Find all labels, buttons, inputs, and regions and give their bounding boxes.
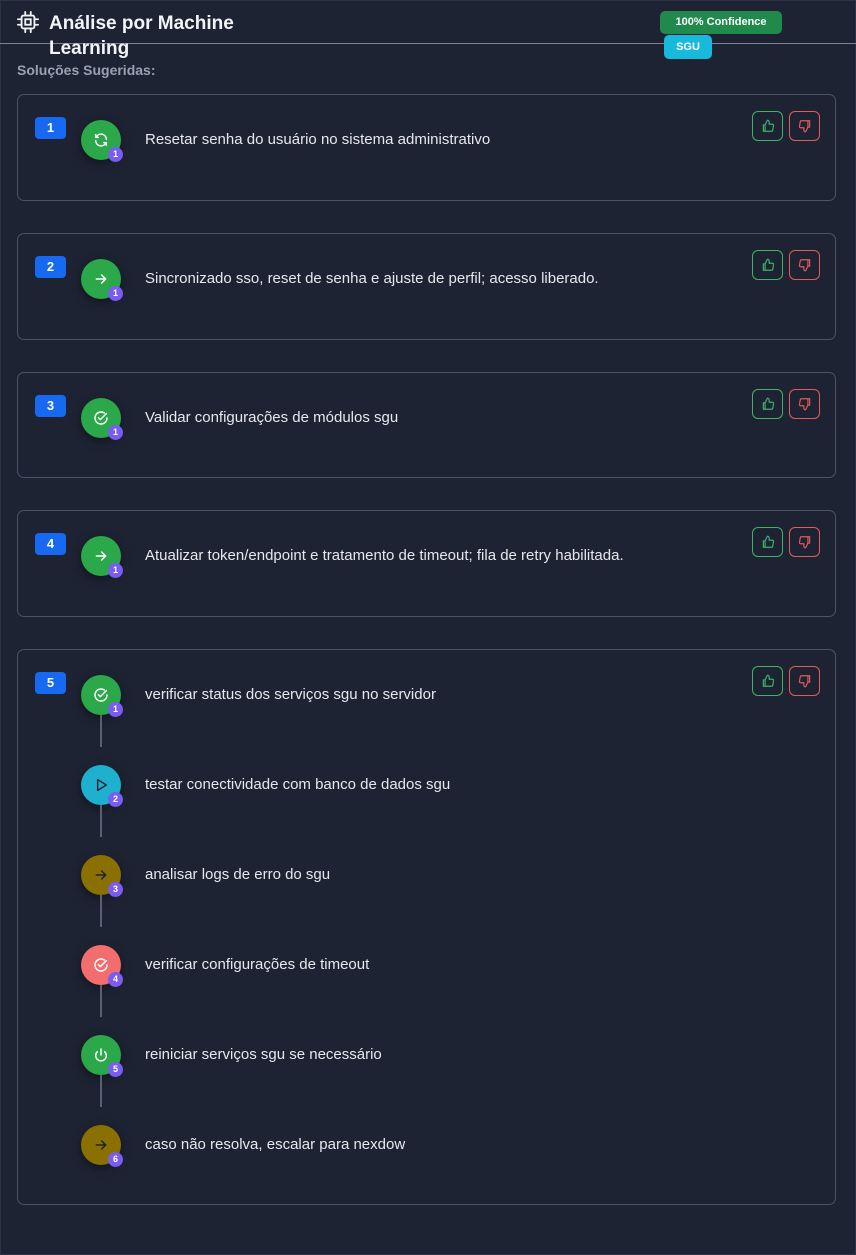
thumbs-up-icon [762,397,774,410]
solution-card: 1 1 Resetar senha do usuário no sistema ad… [17,94,836,201]
solution-step: 5 reiniciar serviços sgu se necessário [81,1035,821,1077]
step-connector [100,715,102,747]
thumbs-up-button[interactable] [752,527,783,557]
thumbs-down-icon [798,398,810,411]
thumbs-down-icon [798,536,810,549]
step-number-badge: 1 [108,147,123,162]
solution-step: 1 Validar configurações de módulos sgu [81,398,821,440]
solution-number-badge: 4 [35,533,66,555]
step-number-badge: 2 [108,792,123,807]
step-number-badge: 1 [108,425,123,440]
solution-step: 2 testar conectividade com banco de dados… [81,765,821,807]
step-number-badge: 1 [108,286,123,301]
thumbs-up-icon [762,258,774,271]
solution-step: 3 analisar logs de erro do sgu [81,855,821,897]
arrow-right-icon [95,274,107,284]
step-connector [100,895,102,927]
step-text: Validar configurações de módulos sgu [145,409,399,426]
power-icon [94,1048,108,1062]
step-text: testar conectividade com banco de dados … [145,776,451,793]
check-circle-icon [94,411,108,425]
confidence-badge: 100% Confidence [660,11,782,34]
solution-card: 3 1 Validar configurações de módulos sgu [17,372,836,478]
thumbs-down-icon [798,259,810,272]
thumbs-down-button[interactable] [789,666,820,696]
section-label: Soluções Sugeridas: [17,62,156,78]
step-number-badge: 6 [108,1152,123,1167]
step-connector [100,1075,102,1107]
step-text: Sincronizado sso, reset de senha e ajust… [145,270,599,287]
thumbs-up-icon [762,674,774,687]
thumbs-up-icon [762,535,774,548]
solution-step: 6 caso não resolva, escalar para nexdow [81,1125,821,1167]
thumbs-down-button[interactable] [789,111,820,141]
arrow-right-icon [95,1140,107,1150]
refresh-icon [94,133,108,147]
thumbs-up-button[interactable] [752,250,783,280]
step-connector [100,985,102,1017]
solution-number-badge: 1 [35,117,66,139]
step-number-badge: 3 [108,882,123,897]
step-text: verificar configurações de timeout [145,956,370,973]
cpu-chip-icon [17,11,39,33]
solution-step: 1 Atualizar token/endpoint e tratamento d… [81,536,821,578]
solution-step: 1 Resetar senha do usuário no sistema adm… [81,120,821,162]
step-text: Atualizar token/endpoint e tratamento de… [145,547,624,564]
solution-number-badge: 2 [35,256,66,278]
step-text: verificar status dos serviços sgu no ser… [145,686,436,703]
thumbs-down-icon [798,675,810,688]
step-number-badge: 4 [108,972,123,987]
system-badge: SGU [664,35,712,59]
step-text: Resetar senha do usuário no sistema admi… [145,131,491,148]
solution-step: 1 verificar status dos serviços sgu no se… [81,675,821,717]
step-number-badge: 1 [108,702,123,717]
solution-number-badge: 5 [35,672,66,694]
thumbs-down-icon [798,120,810,133]
thumbs-down-button[interactable] [789,389,820,419]
arrow-right-icon [95,551,107,561]
solution-step: 1 Sincronizado sso, reset de senha e ajus… [81,259,821,301]
thumbs-down-button[interactable] [789,527,820,557]
solution-card: 2 1 Sincronizado sso, reset de senha e aju… [17,233,836,340]
step-text: caso não resolva, escalar para nexdow [145,1136,406,1153]
thumbs-up-button[interactable] [752,389,783,419]
step-number-badge: 1 [108,563,123,578]
header: Análise por Machine Learning 100% Confid… [0,0,856,59]
solution-card: 5 1 verificar status dos serviços sgu no s… [17,649,836,1205]
thumbs-up-button[interactable] [752,111,783,141]
step-connector [100,805,102,837]
solution-number-badge: 3 [35,395,66,417]
thumbs-up-button[interactable] [752,666,783,696]
step-text: reiniciar serviços sgu se necessário [145,1046,382,1063]
thumbs-up-icon [762,119,774,132]
solution-step: 4 verificar configurações de timeout [81,945,821,987]
thumbs-down-button[interactable] [789,250,820,280]
step-text: analisar logs de erro do sgu [145,866,331,883]
arrow-right-icon [95,870,107,880]
play-icon [96,778,108,792]
step-number-badge: 5 [108,1062,123,1077]
page-title: Análise por Machine Learning [49,13,234,59]
check-circle-icon [94,688,108,702]
check-circle-icon [94,958,108,972]
solution-card: 4 1 Atualizar token/endpoint e tratamento … [17,510,836,617]
